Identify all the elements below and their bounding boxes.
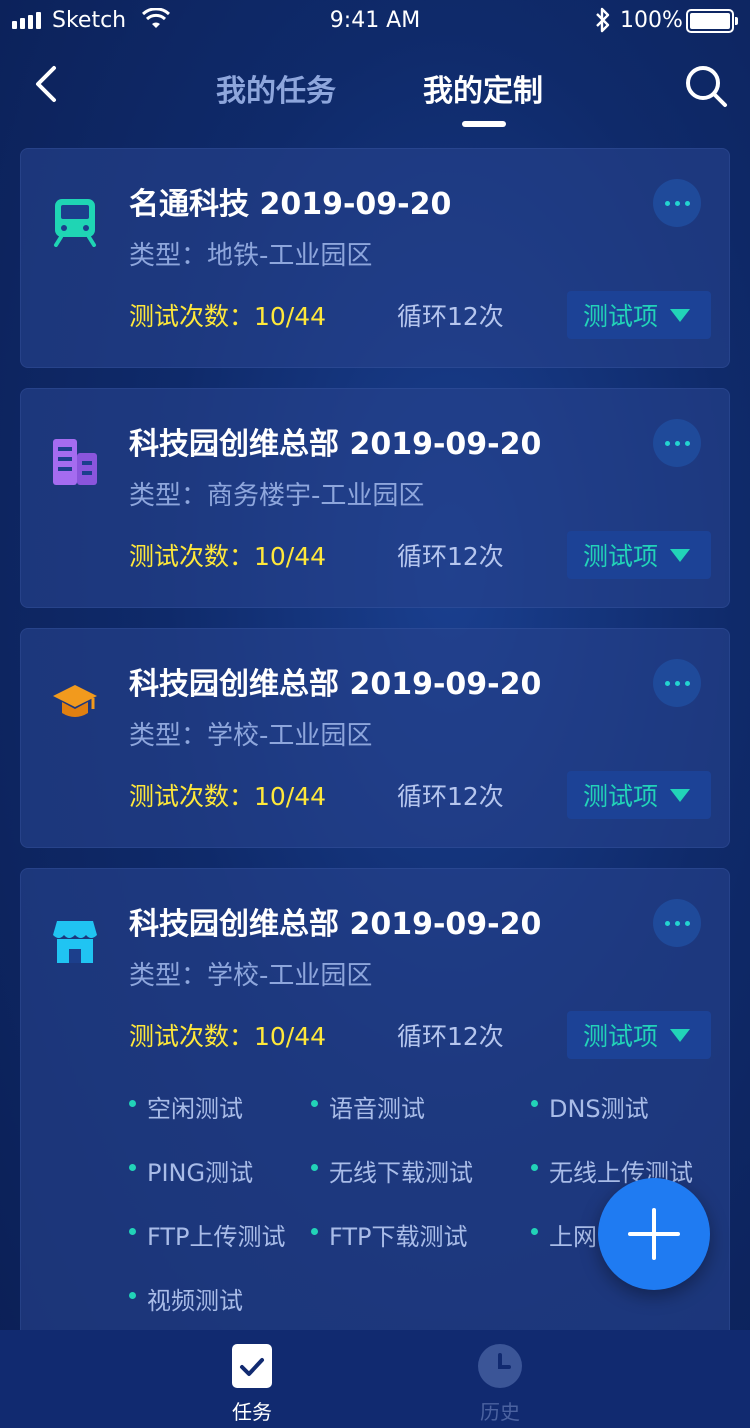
card-type: 类型：学校-工业园区: [129, 961, 373, 991]
cycle-count: 循环12次: [397, 782, 504, 811]
card-title: 科技园创维总部 2019-09-20: [129, 667, 542, 702]
test-item: PING测试: [128, 1153, 253, 1188]
caret-down-icon: [670, 1028, 691, 1042]
status-bar: Sketch 9:41 AM 100%: [0, 0, 750, 42]
battery-icon: [686, 9, 738, 33]
task-card[interactable]: 科技园创维总部 2019-09-20 类型：学校-工业园区 测试次数：10/44…: [20, 628, 730, 848]
test-item: 空闲测试: [129, 1089, 243, 1124]
more-button[interactable]: [653, 899, 701, 947]
test-item: 视频测试: [129, 1281, 243, 1316]
cycle-count: 循环12次: [397, 542, 504, 571]
test-items-label: 测试项: [583, 302, 659, 331]
tab-tasks-label[interactable]: 任务: [212, 1396, 292, 1425]
test-items-dropdown[interactable]: 测试项: [567, 771, 711, 819]
task-card[interactable]: 科技园创维总部 2019-09-20 类型：商务楼宇-工业园区 测试次数：10/…: [20, 388, 730, 608]
test-items-dropdown[interactable]: 测试项: [567, 531, 711, 579]
battery-percent: 100%: [620, 8, 683, 33]
store-icon: [51, 917, 99, 967]
tab-history-label[interactable]: 历史: [460, 1396, 540, 1425]
card-type: 类型：商务楼宇-工业园区: [129, 481, 425, 511]
test-items-label: 测试项: [583, 782, 659, 811]
test-item: 语音测试: [311, 1089, 425, 1124]
cycle-count: 循环12次: [397, 1022, 504, 1051]
more-button[interactable]: [653, 179, 701, 227]
task-document-icon[interactable]: [232, 1344, 272, 1388]
test-count: 测试次数：10/44: [129, 1022, 327, 1051]
building-icon: [51, 437, 99, 487]
more-button[interactable]: [653, 419, 701, 467]
add-button[interactable]: [598, 1178, 710, 1290]
clock-icon[interactable]: [478, 1344, 522, 1388]
test-item: DNS测试: [531, 1089, 649, 1124]
tab-indicator: [462, 121, 506, 127]
test-item: 无线下载测试: [311, 1153, 473, 1188]
search-button[interactable]: [682, 62, 730, 110]
task-card[interactable]: 名通科技 2019-09-20 类型：地铁-工业园区 测试次数：10/44 循环…: [20, 148, 730, 368]
caret-down-icon: [670, 788, 691, 802]
test-items-label: 测试项: [583, 1022, 659, 1051]
caret-down-icon: [670, 308, 691, 322]
card-title: 科技园创维总部 2019-09-20: [129, 427, 542, 462]
cycle-count: 循环12次: [397, 302, 504, 331]
card-title: 名通科技 2019-09-20: [129, 187, 452, 222]
test-count: 测试次数：10/44: [129, 302, 327, 331]
card-title: 科技园创维总部 2019-09-20: [129, 907, 542, 942]
card-type: 类型：学校-工业园区: [129, 721, 373, 751]
test-count: 测试次数：10/44: [129, 542, 327, 571]
caret-down-icon: [670, 548, 691, 562]
test-item: FTP下载测试: [311, 1217, 468, 1252]
test-items-dropdown[interactable]: 测试项: [567, 1011, 711, 1059]
bluetooth-icon: [594, 6, 612, 40]
search-icon: [686, 66, 727, 107]
test-count: 测试次数：10/44: [129, 782, 327, 811]
test-items-label: 测试项: [583, 542, 659, 571]
card-type: 类型：地铁-工业园区: [129, 241, 373, 271]
test-item: 上网: [531, 1217, 597, 1252]
train-icon: [51, 197, 99, 247]
tab-my-custom[interactable]: 我的定制: [0, 66, 750, 110]
bottom-tab-bar: 任务 历史: [0, 1330, 750, 1428]
more-button[interactable]: [653, 659, 701, 707]
test-items-dropdown[interactable]: 测试项: [567, 291, 711, 339]
graduation-cap-icon: [51, 677, 99, 727]
test-item: FTP上传测试: [129, 1217, 286, 1252]
